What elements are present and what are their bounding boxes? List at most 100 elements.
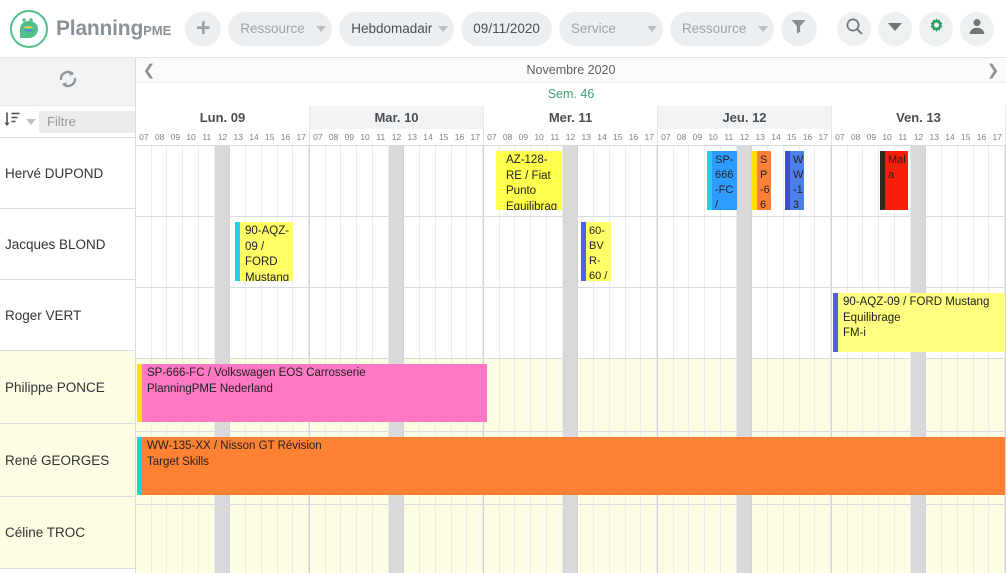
filter-button[interactable] xyxy=(780,11,817,46)
hour-cell[interactable] xyxy=(958,359,974,431)
hour-cell[interactable] xyxy=(420,217,436,287)
hour-cell[interactable] xyxy=(214,288,231,358)
hour-cell[interactable] xyxy=(895,217,911,287)
hour-cell[interactable] xyxy=(752,359,769,431)
hour-cell[interactable] xyxy=(246,146,262,216)
hour-cell[interactable] xyxy=(246,288,262,358)
hour-cell[interactable] xyxy=(674,505,690,573)
hour-cell[interactable] xyxy=(610,359,626,431)
resource-row[interactable]: Céline TROC xyxy=(0,497,135,569)
hour-cell[interactable] xyxy=(974,505,990,573)
hour-cell[interactable] xyxy=(895,359,911,431)
hour-cell[interactable] xyxy=(863,505,880,573)
hour-cell[interactable] xyxy=(689,146,706,216)
hour-cell[interactable] xyxy=(594,505,610,573)
hour-cell[interactable] xyxy=(388,146,405,216)
hour-cell[interactable] xyxy=(246,505,262,573)
hour-cell[interactable] xyxy=(689,288,706,358)
hour-cell[interactable] xyxy=(578,505,595,573)
hour-cell[interactable] xyxy=(658,288,674,358)
hour-cell[interactable] xyxy=(578,146,595,216)
hour-cell[interactable] xyxy=(214,146,231,216)
hour-cell[interactable] xyxy=(547,505,563,573)
day-header[interactable]: Jeu. 12 xyxy=(658,106,832,129)
hour-cell[interactable] xyxy=(689,505,706,573)
hour-cell[interactable] xyxy=(420,288,436,358)
hour-cell[interactable] xyxy=(293,146,310,216)
hour-cell[interactable] xyxy=(167,505,184,573)
hour-cell[interactable] xyxy=(562,217,579,287)
schedule-row[interactable]: 90-AQZ-09 / FORD Mustang Equilibrage FM-… xyxy=(136,288,1006,359)
hour-cell[interactable] xyxy=(626,217,642,287)
hour-cell[interactable] xyxy=(278,288,294,358)
hour-cell[interactable] xyxy=(136,288,152,358)
hour-cell[interactable] xyxy=(326,505,342,573)
hour-cell[interactable] xyxy=(800,359,816,431)
hour-cell[interactable] xyxy=(436,288,452,358)
hour-cell[interactable] xyxy=(484,288,500,358)
hour-cell[interactable] xyxy=(152,146,168,216)
hour-cell[interactable] xyxy=(832,359,848,431)
sort-icon[interactable] xyxy=(4,111,21,132)
hour-cell[interactable] xyxy=(736,359,753,431)
day-header[interactable]: Mer. 11 xyxy=(484,106,658,129)
hour-cell[interactable] xyxy=(326,146,342,216)
hour-cell[interactable] xyxy=(562,505,579,573)
view-mode-select[interactable]: Hebdomadair xyxy=(339,11,455,46)
hour-cell[interactable] xyxy=(420,146,436,216)
hour-cell[interactable] xyxy=(848,217,864,287)
hour-cell[interactable] xyxy=(183,146,199,216)
hour-cell[interactable] xyxy=(658,505,674,573)
hour-cell[interactable] xyxy=(278,505,294,573)
prev-period-button[interactable]: ❮ xyxy=(136,58,162,82)
hour-cell[interactable] xyxy=(293,288,310,358)
hour-cell[interactable] xyxy=(214,505,231,573)
hour-cell[interactable] xyxy=(262,288,278,358)
dropdown-button[interactable] xyxy=(878,11,912,46)
hour-cell[interactable] xyxy=(500,505,516,573)
hour-cell[interactable] xyxy=(452,217,468,287)
hour-cell[interactable] xyxy=(689,217,706,287)
hour-cell[interactable] xyxy=(136,217,152,287)
settings-button[interactable] xyxy=(919,11,953,46)
hour-cell[interactable] xyxy=(974,217,990,287)
hour-cell[interactable] xyxy=(784,505,800,573)
hour-cell[interactable] xyxy=(752,217,769,287)
hour-cell[interactable] xyxy=(800,217,816,287)
hour-cell[interactable] xyxy=(310,217,326,287)
hour-cell[interactable] xyxy=(626,359,642,431)
resource-row[interactable]: René GEORGES xyxy=(0,424,135,497)
hour-cell[interactable] xyxy=(183,217,199,287)
hour-cell[interactable] xyxy=(879,505,895,573)
search-button[interactable] xyxy=(837,11,871,46)
hour-cell[interactable] xyxy=(404,288,421,358)
hour-cell[interactable] xyxy=(942,217,958,287)
hour-cell[interactable] xyxy=(578,288,595,358)
schedule-row[interactable]: 90-AQZ-09 / FORD Mustang 60-BVR-60 / Hon xyxy=(136,217,1006,288)
hour-cell[interactable] xyxy=(721,217,737,287)
hour-cell[interactable] xyxy=(721,359,737,431)
calendar-event[interactable]: SP-666-FC Fe xyxy=(752,151,771,210)
hour-cell[interactable] xyxy=(832,146,848,216)
hour-cell[interactable] xyxy=(183,505,199,573)
hour-cell[interactable] xyxy=(641,146,658,216)
schedule-row[interactable] xyxy=(136,505,1006,573)
hour-cell[interactable] xyxy=(626,505,642,573)
hour-cell[interactable] xyxy=(974,146,990,216)
hour-cell[interactable] xyxy=(942,146,958,216)
hour-cell[interactable] xyxy=(199,288,215,358)
hour-cell[interactable] xyxy=(167,146,184,216)
calendar-event[interactable]: Mala xyxy=(880,151,908,210)
hour-cell[interactable] xyxy=(388,505,405,573)
calendar-event[interactable]: 90-AQZ-09 / FORD Mustang Equilibrage FM-… xyxy=(833,293,1005,352)
hour-cell[interactable] xyxy=(641,288,658,358)
hour-cell[interactable] xyxy=(800,288,816,358)
hour-cell[interactable] xyxy=(910,217,927,287)
hour-cell[interactable] xyxy=(484,505,500,573)
hour-cell[interactable] xyxy=(848,146,864,216)
hour-cell[interactable] xyxy=(863,146,880,216)
resource-select[interactable]: Ressource xyxy=(228,11,333,46)
resource-filter-select[interactable]: Ressource xyxy=(669,11,774,46)
hour-cell[interactable] xyxy=(910,505,927,573)
hour-cell[interactable] xyxy=(594,146,610,216)
